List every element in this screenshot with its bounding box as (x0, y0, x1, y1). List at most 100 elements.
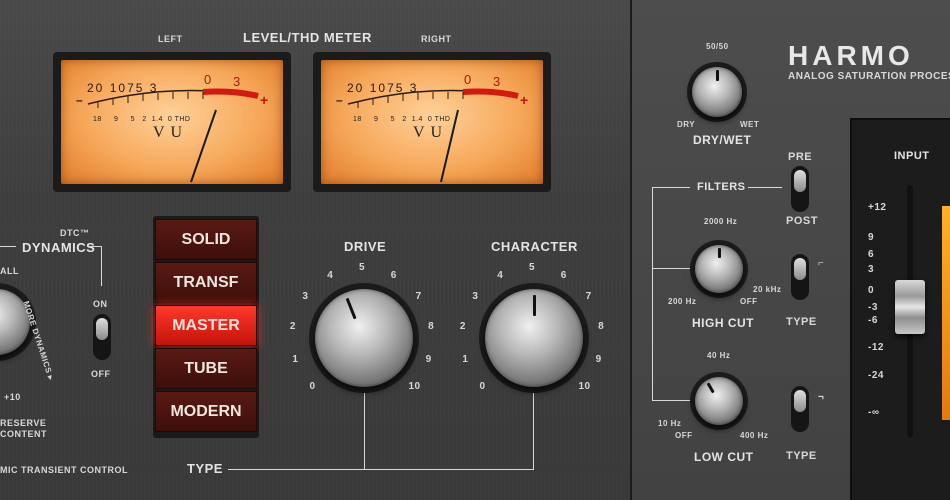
drywet-label: DRY/WET (693, 133, 752, 147)
highcut-off-label: OFF (740, 297, 758, 306)
drywet-indicator (715, 70, 719, 81)
highcut-top-label: 2000 Hz (704, 217, 738, 226)
lowcut-min-label: 10 Hz (658, 419, 682, 428)
type-button-modern[interactable]: MODERN (155, 391, 257, 432)
dynamics-bracket (0, 246, 16, 247)
lowcut-connector (652, 400, 692, 401)
character-tick-8: 8 (598, 321, 605, 333)
drywet-knob[interactable] (692, 67, 742, 117)
filters-bracket-vert (652, 187, 653, 400)
drive-tick-3: 3 (302, 290, 309, 302)
character-label: CHARACTER (491, 239, 578, 254)
post-label: POST (786, 215, 818, 227)
highcut-slope-icon: ⌐ (818, 258, 825, 269)
drive-tick-4: 4 (327, 269, 334, 281)
character-tick-0: 0 (479, 381, 486, 393)
input-scale-2: 6 (868, 249, 875, 260)
type-button-solid[interactable]: SOLID (155, 219, 257, 260)
vu-text-left: VU (153, 124, 189, 141)
vu-minus-right: – (336, 93, 344, 107)
vu-plus-right: + (520, 92, 529, 108)
input-scale-1: 9 (868, 232, 875, 243)
input-scale-0: +12 (868, 202, 887, 213)
dynamics-plus10: +10 (4, 392, 21, 402)
dynamics-label: DYNAMICS (22, 240, 96, 255)
pre-post-toggle[interactable] (791, 166, 809, 212)
meter-left-label: LEFT (158, 34, 183, 44)
vu-thd-scale-left: 18 9 5 2 1.4 0 THD (93, 116, 191, 123)
input-scale-7: -12 (868, 342, 884, 353)
input-fader[interactable] (895, 280, 925, 334)
type-button-transf[interactable]: TRANSF (155, 262, 257, 303)
highcut-type-toggle[interactable] (791, 254, 809, 300)
drive-indicator (345, 297, 356, 319)
input-level-bar (942, 206, 950, 420)
meter-title: LEVEL/THD METER (243, 30, 372, 45)
vu-scale-zero-right: 0 (464, 72, 472, 87)
lowcut-max-label: 400 Hz (740, 431, 769, 440)
drive-tick-2: 2 (289, 321, 296, 333)
drive-tick-7: 7 (415, 290, 422, 302)
lowcut-off-label: OFF (675, 431, 693, 440)
input-scale-9: -∞ (868, 407, 880, 418)
brand-tagline: ANALOG SATURATION PROCES (788, 71, 950, 82)
vu-scale-top-left: 20 1075 3 (87, 81, 159, 95)
drive-tick-9: 9 (425, 353, 432, 365)
highcut-label: HIGH CUT (692, 316, 754, 330)
highcut-knob[interactable] (695, 245, 743, 293)
input-scale-5: -3 (868, 302, 878, 313)
drive-tick-8: 8 (428, 321, 435, 333)
drive-label: DRIVE (344, 239, 387, 254)
drywet-wet-label: WET (740, 120, 760, 129)
vu-scale-three-right: 3 (493, 74, 501, 89)
type-selector: SOLID TRANSF MASTER TUBE MODERN (153, 216, 259, 438)
toggle-lever (96, 318, 108, 340)
vu-meter-left: 20 1075 3 0 3 – + 18 9 5 2 1.4 0 THD VU (53, 52, 291, 192)
input-scale-4: 0 (868, 285, 875, 296)
character-tick-6: 6 (560, 269, 567, 281)
vu-meter-right: 20 1075 3 0 3 – + 18 9 5 2 1.4 0 THD VU (313, 52, 551, 192)
lowcut-type-label: TYPE (786, 450, 817, 462)
type-button-tube[interactable]: TUBE (155, 348, 257, 389)
drive-tick-10: 10 (408, 381, 421, 393)
meter-right-label: RIGHT (421, 34, 452, 44)
highcut-indicator (717, 247, 721, 259)
filters-bracket-right (748, 187, 782, 188)
input-scale-6: -6 (868, 315, 878, 326)
vu-thd-scale-right: 18 9 5 2 1.4 0 THD (353, 116, 451, 123)
plugin-window: LEFT LEVEL/THD METER RIGHT 20 1075 3 0 3… (0, 0, 950, 500)
highcut-min-label: 200 Hz (668, 297, 697, 306)
dtc-on-label: ON (93, 299, 108, 309)
character-tick-4: 4 (497, 269, 504, 281)
vu-text-right: VU (413, 124, 449, 141)
drive-knob[interactable] (315, 289, 413, 387)
input-label: INPUT (894, 150, 930, 162)
dynamics-content: CONTENT (0, 429, 47, 439)
lowcut-top-label: 40 Hz (707, 351, 731, 360)
drive-connector (364, 388, 365, 470)
character-tick-5: 5 (529, 262, 536, 273)
dtc-off-label: OFF (91, 369, 111, 379)
dynamics-footer: MIC TRANSIENT CONTROL (0, 465, 128, 475)
dynamics-bracket-vert (101, 246, 102, 286)
type-button-master[interactable]: MASTER (155, 305, 257, 346)
drive-tick-6: 6 (390, 269, 397, 281)
drywet-top-label: 50/50 (706, 42, 729, 51)
character-tick-3: 3 (472, 290, 479, 302)
drive-tick-0: 0 (309, 381, 316, 393)
highcut-connector (652, 268, 692, 269)
brand-name: HARMO (788, 40, 914, 71)
lowcut-slope-icon: ¬ (818, 392, 825, 403)
character-tick-7: 7 (585, 290, 592, 302)
lowcut-knob[interactable] (695, 377, 743, 425)
toggle-lever (794, 390, 806, 412)
dynamics-reserve: RESERVE (0, 418, 47, 428)
vu-scale-three-left: 3 (233, 74, 241, 89)
lowcut-type-toggle[interactable] (791, 386, 809, 432)
lowcut-label: LOW CUT (694, 450, 754, 464)
drywet-dry-label: DRY (677, 120, 696, 129)
dynamics-bracket-right (88, 246, 102, 247)
character-tick-2: 2 (459, 321, 466, 333)
dtc-toggle[interactable] (93, 314, 111, 360)
character-knob[interactable] (485, 289, 583, 387)
